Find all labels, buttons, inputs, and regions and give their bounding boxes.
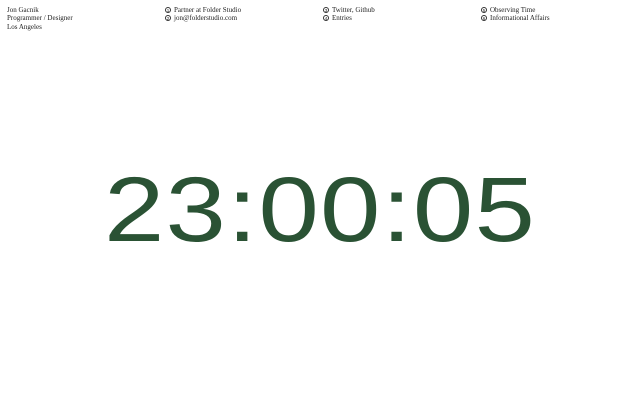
- nav-column-2: 3 Twitter, Github 4 Entries: [323, 6, 375, 23]
- nav-column-3: 5 Observing Time 6 Informational Affairs: [481, 6, 550, 23]
- nav-item-entries[interactable]: 4 Entries: [323, 14, 375, 22]
- nav-item-email[interactable]: 2 jon@folderstudio.com: [165, 14, 241, 22]
- circled-number-icon: 2: [165, 15, 171, 22]
- nav-item-label: jon@folderstudio.com: [174, 14, 238, 23]
- nav-item-label: Twitter, Github: [332, 6, 375, 14]
- circled-number-icon: 6: [481, 15, 487, 22]
- site-header: Jon Gacnik Programmer / Designer Los Ang…: [0, 6, 640, 36]
- circled-number-icon: 4: [323, 15, 329, 22]
- nav-item-informational-affairs[interactable]: 6 Informational Affairs: [481, 14, 550, 22]
- circled-number-icon: 5: [481, 7, 487, 14]
- nav-item-folder-studio[interactable]: 1 Partner at Folder Studio: [165, 6, 241, 14]
- clock-display: 23:00:05: [103, 159, 537, 261]
- circled-number-icon: 1: [165, 7, 171, 14]
- nav-column-1: 1 Partner at Folder Studio 2 jon@folders…: [165, 6, 241, 23]
- profile-name: Jon Gacnik: [7, 6, 39, 14]
- profile-location: Los Angeles: [7, 22, 42, 31]
- circled-number-icon: 3: [323, 7, 329, 14]
- nav-item-label: Observing Time: [490, 6, 536, 14]
- nav-item-observing-time[interactable]: 5 Observing Time: [481, 6, 550, 14]
- nav-item-label: Entries: [332, 14, 352, 23]
- nav-item-label: Partner at Folder Studio: [174, 6, 242, 14]
- nav-item-social[interactable]: 3 Twitter, Github: [323, 6, 375, 14]
- profile-role: Programmer / Designer: [7, 14, 73, 23]
- nav-item-label: Informational Affairs: [490, 14, 550, 23]
- profile-info: Jon Gacnik Programmer / Designer Los Ang…: [7, 6, 73, 31]
